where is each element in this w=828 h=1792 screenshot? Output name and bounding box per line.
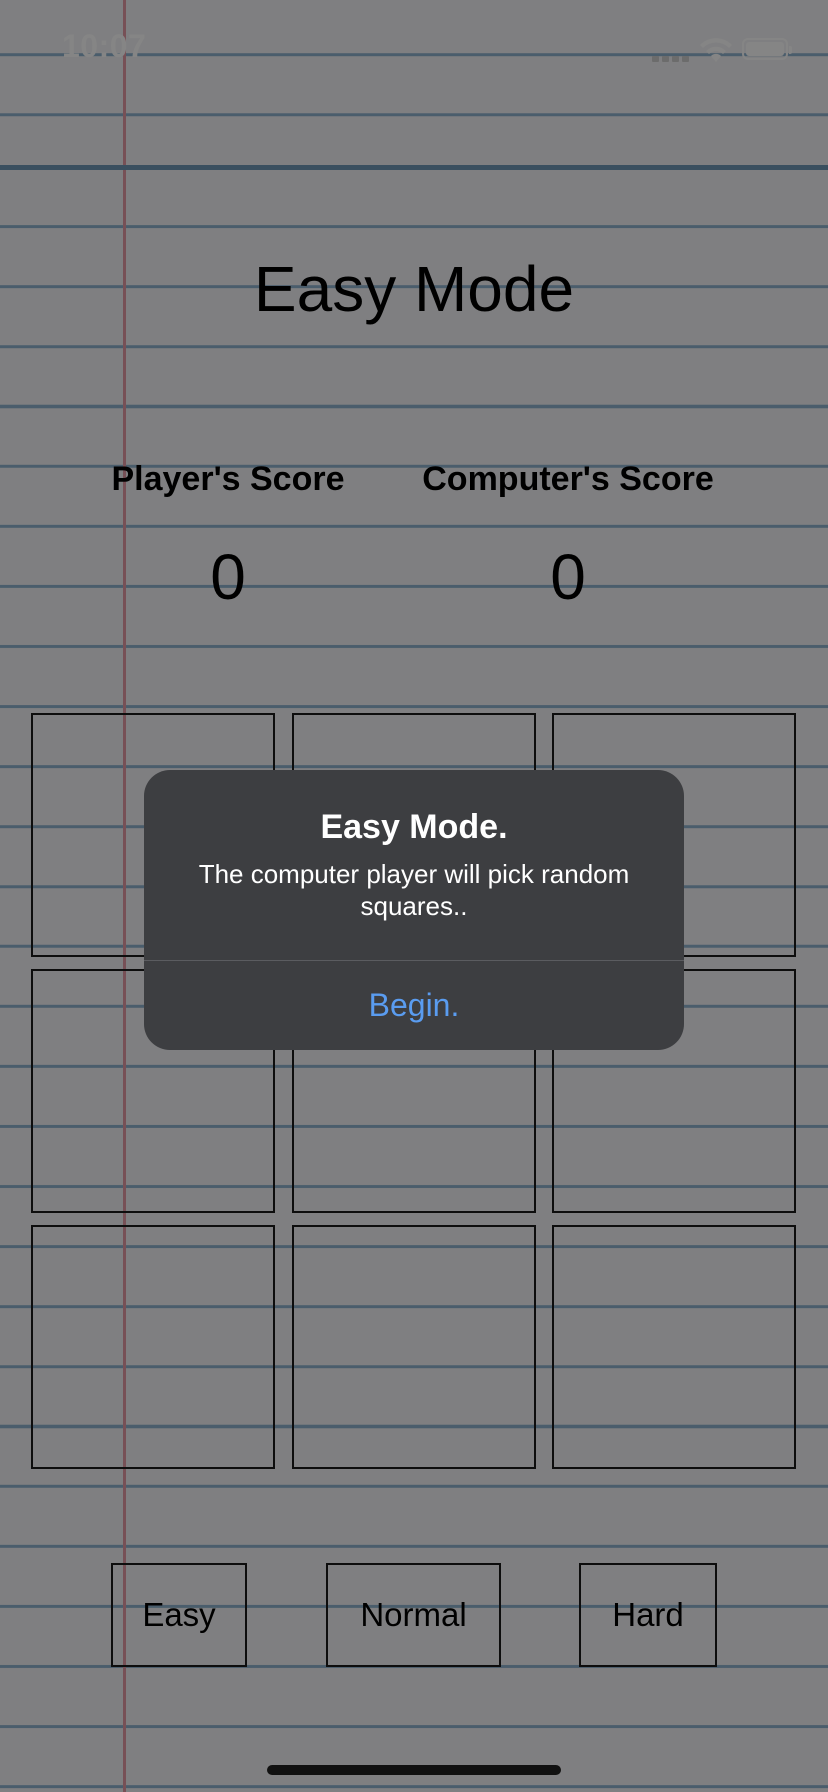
- alert-message: The computer player will pick random squ…: [198, 859, 630, 921]
- alert-title: Easy Mode.: [320, 808, 508, 846]
- alert-dialog: Easy Mode. The computer player will pick…: [144, 770, 684, 1050]
- app-screen: 10:07 Easy Mode Player's Score Computer'…: [0, 0, 828, 1792]
- begin-button[interactable]: Begin.: [144, 961, 684, 1050]
- home-indicator[interactable]: [267, 1765, 561, 1775]
